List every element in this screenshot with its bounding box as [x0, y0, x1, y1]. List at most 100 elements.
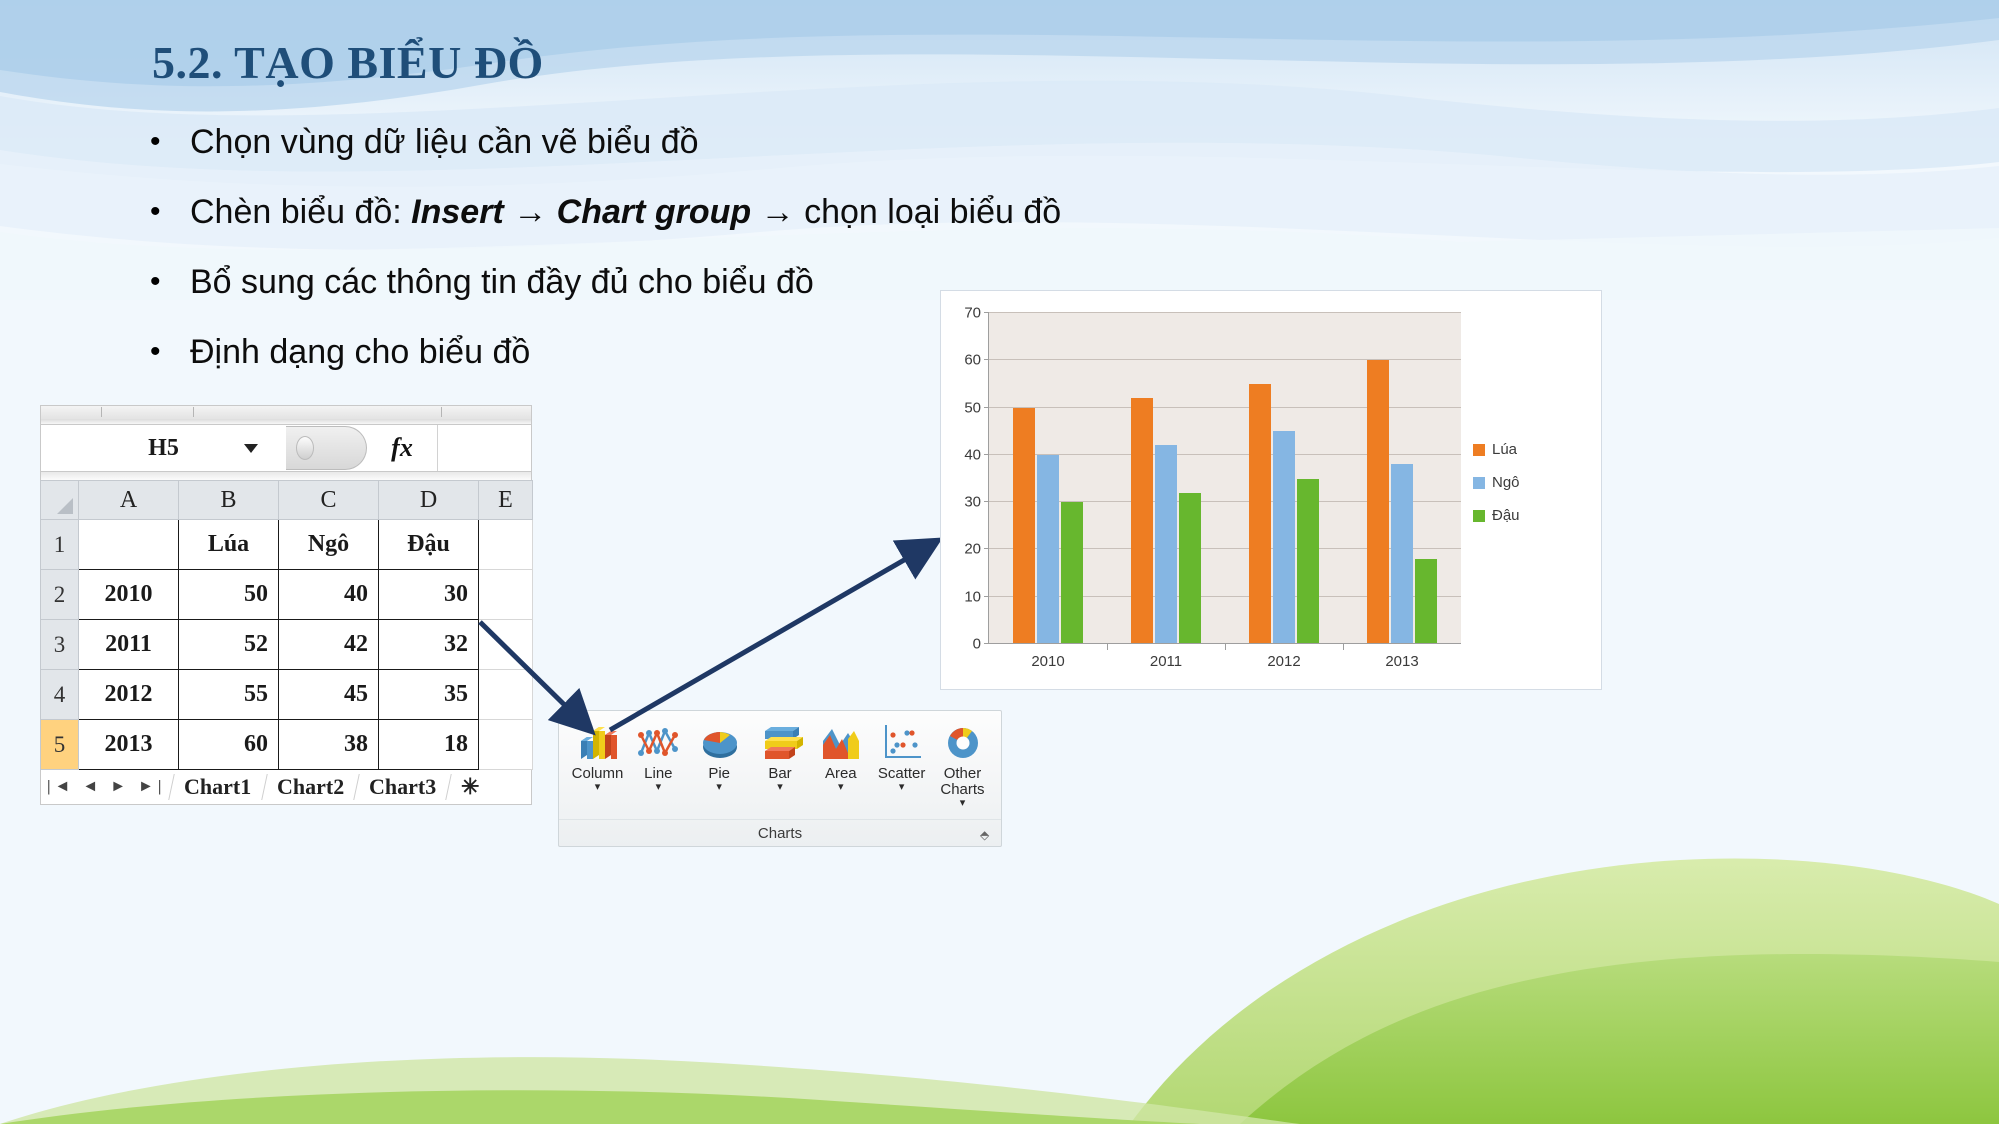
dialog-launcher-icon[interactable]: ⬘: [980, 829, 993, 842]
row-header-2[interactable]: 2: [40, 569, 79, 620]
chevron-down-icon[interactable]: ▾: [934, 798, 991, 809]
chart-y-tick-label: 50: [964, 399, 981, 417]
cell-d4[interactable]: 35: [378, 669, 479, 720]
chevron-down-icon[interactable]: [244, 443, 258, 453]
name-box[interactable]: H5: [41, 425, 286, 471]
ribbon-label: Other Charts: [940, 765, 985, 798]
legend-item: Đậu: [1473, 507, 1583, 524]
chart-plot-area: 0 10 20 30 40 50 60 70 2010 2011 2012 2013: [964, 305, 1461, 670]
chart-bar-ngô: [1037, 454, 1059, 644]
chart-type-area-button[interactable]: Area ▾: [812, 717, 869, 809]
chart-bar-ngô: [1391, 464, 1413, 644]
sheet-tab-bar[interactable]: |◄ ◄ ► ►| Chart1 Chart2 Chart3 ✳: [40, 770, 532, 805]
table-row: 2 2010 50 40 30: [40, 569, 533, 620]
chart-bar-đậu: [1179, 492, 1201, 644]
chevron-down-icon[interactable]: ▾: [751, 782, 808, 793]
select-all-corner[interactable]: [40, 480, 79, 520]
formula-bar-handle[interactable]: [286, 426, 367, 470]
sheet-tab-new-sheet[interactable]: ✳: [445, 774, 495, 800]
chart-type-line-button[interactable]: Line ▾: [630, 717, 687, 809]
cell-a3[interactable]: 2011: [78, 619, 179, 670]
chart-y-tick-label: 0: [972, 635, 981, 653]
chart-type-other-button[interactable]: Other Charts ▾: [934, 717, 991, 809]
cell-e3[interactable]: [478, 619, 533, 670]
excel-window-screenshot: H5 fx A B C D E 1 Lúa Ngô Đậu 2 2010 50: [40, 405, 533, 805]
cell-b5[interactable]: 60: [178, 719, 279, 770]
list-item: • Chèn biểu đồ: Insert → Chart group → c…: [150, 190, 1250, 234]
handle-knob: [296, 436, 314, 460]
column-chart-icon: [569, 717, 626, 763]
chart-y-tick-label: 30: [964, 493, 981, 511]
cell-e5[interactable]: [478, 719, 533, 770]
ribbon-buttons: Column ▾ Line ▾ Pie ▾ Bar ▾ Area ▾ Scatt…: [559, 711, 1001, 809]
cell-c2[interactable]: 40: [278, 569, 379, 620]
cell-e2[interactable]: [478, 569, 533, 620]
chart-type-bar-button[interactable]: Bar ▾: [751, 717, 808, 809]
cell-e1[interactable]: [478, 519, 533, 570]
ribbon-label: Scatter: [877, 765, 926, 782]
cell-b2[interactable]: 50: [178, 569, 279, 620]
insert-function-icon[interactable]: fx: [367, 433, 437, 463]
row-header-4[interactable]: 4: [40, 669, 79, 720]
cell-a2[interactable]: 2010: [78, 569, 179, 620]
legend-label: Đậu: [1492, 507, 1520, 524]
worksheet-grid[interactable]: A B C D E 1 Lúa Ngô Đậu 2 2010 50 40 30 …: [40, 480, 533, 770]
scatter-chart-icon: [873, 717, 930, 763]
bullet-text: Định dạng cho biểu đồ: [190, 333, 531, 371]
column-header-b[interactable]: B: [178, 480, 279, 520]
cell-d5[interactable]: 18: [378, 719, 479, 770]
pie-chart-icon: [691, 717, 748, 763]
chevron-down-icon[interactable]: ▾: [691, 782, 748, 793]
cell-c4[interactable]: 45: [278, 669, 379, 720]
row-header-5[interactable]: 5: [40, 719, 79, 770]
chevron-down-icon[interactable]: ▾: [873, 782, 930, 793]
chart-type-scatter-button[interactable]: Scatter ▾: [873, 717, 930, 809]
cell-c3[interactable]: 42: [278, 619, 379, 670]
name-box-value: H5: [148, 434, 179, 461]
row-header-3[interactable]: 3: [40, 619, 79, 670]
cell-b1[interactable]: Lúa: [178, 519, 279, 570]
chart-type-pie-button[interactable]: Pie ▾: [691, 717, 748, 809]
column-header-c[interactable]: C: [278, 480, 379, 520]
table-row: 1 Lúa Ngô Đậu: [40, 519, 533, 570]
ribbon-charts-group: Column ▾ Line ▾ Pie ▾ Bar ▾ Area ▾ Scatt…: [558, 710, 1002, 847]
ribbon-group-footer: Charts ⬘: [559, 819, 1001, 846]
sheet-tab-chart3[interactable]: Chart3: [353, 774, 451, 800]
ribbon-label: Column: [571, 765, 624, 782]
cell-b3[interactable]: 52: [178, 619, 279, 670]
chart-canvas: 0 10 20 30 40 50 60 70 2010 2011 2012 2013 Lúa Ngô Đậ…: [941, 291, 1601, 689]
sheet-tab-chart2[interactable]: Chart2: [260, 774, 359, 800]
sheet-navigation-arrows[interactable]: |◄ ◄ ► ►|: [41, 778, 171, 796]
area-chart-icon: [812, 717, 869, 763]
chart-y-tick-label: 70: [964, 304, 981, 322]
cell-d3[interactable]: 32: [378, 619, 479, 670]
cell-c5[interactable]: 38: [278, 719, 379, 770]
excel-ruler-strip: [40, 405, 532, 419]
chevron-down-icon[interactable]: ▾: [812, 782, 869, 793]
list-item: • Chọn vùng dữ liệu cần vẽ biểu đồ: [150, 120, 1250, 164]
column-header-a[interactable]: A: [78, 480, 179, 520]
chart-y-axis: [988, 313, 989, 644]
chart-type-column-button[interactable]: Column ▾: [569, 717, 626, 809]
cell-c1[interactable]: Ngô: [278, 519, 379, 570]
table-row: 3 2011 52 42 32: [40, 619, 533, 670]
cell-a5[interactable]: 2013: [78, 719, 179, 770]
sheet-tab-chart1[interactable]: Chart1: [168, 774, 267, 800]
cell-d1[interactable]: Đậu: [378, 519, 479, 570]
cell-a1[interactable]: [78, 519, 179, 570]
formula-input[interactable]: [437, 425, 531, 471]
column-header-e[interactable]: E: [478, 480, 533, 520]
chevron-down-icon[interactable]: ▾: [569, 782, 626, 793]
line-chart-icon: [630, 717, 687, 763]
row-header-1[interactable]: 1: [40, 519, 79, 570]
column-header-d[interactable]: D: [378, 480, 479, 520]
cell-b4[interactable]: 55: [178, 669, 279, 720]
cell-d2[interactable]: 30: [378, 569, 479, 620]
chevron-down-icon[interactable]: ▾: [630, 782, 687, 793]
chart-x-tick-label: 2012: [1267, 653, 1301, 670]
chart-bar-ngô: [1155, 445, 1177, 644]
formula-bar-bottom-divider: [40, 472, 532, 480]
chart-bar-group: 2012: [1225, 313, 1343, 670]
cell-a4[interactable]: 2012: [78, 669, 179, 720]
cell-e4[interactable]: [478, 669, 533, 720]
